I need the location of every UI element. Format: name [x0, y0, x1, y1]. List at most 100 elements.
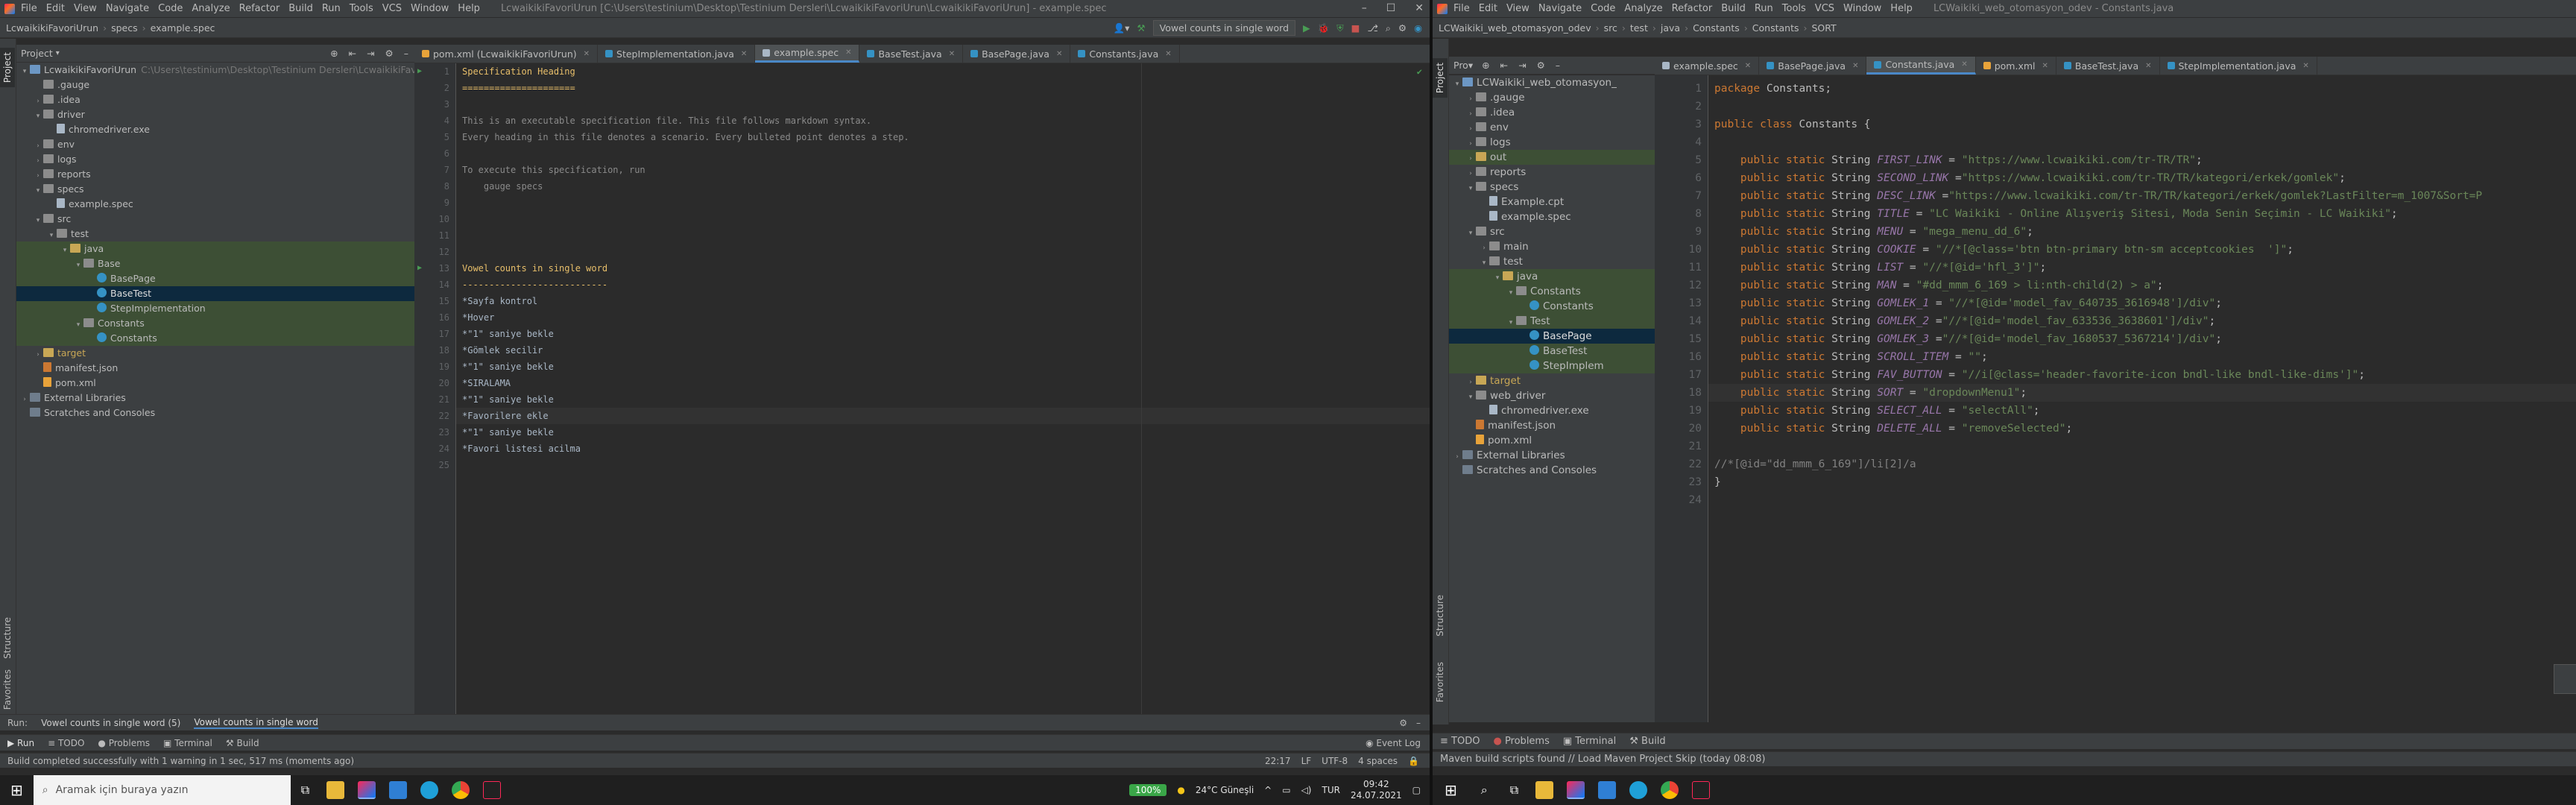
edge-icon[interactable]: [1629, 781, 1648, 799]
tree-expand-icon[interactable]: ▾: [33, 183, 43, 198]
notification-icon[interactable]: ▢: [1412, 785, 1421, 795]
tree-expand-icon[interactable]: ▾: [1465, 181, 1476, 196]
java-editor[interactable]: 1 2 3 4 5 6 7 8 9 10 11 12 13 14 15 16 17 18 19 20 21 22 23 24 …: [1655, 75, 2576, 722]
breadcrumb-item[interactable]: test: [1630, 22, 1648, 34]
tree-item[interactable]: ▾ Constants: [16, 316, 414, 331]
menu-item-edit[interactable]: Edit: [46, 3, 65, 14]
tree-expand-icon[interactable]: ▾: [1492, 271, 1503, 285]
debug-icon[interactable]: 🐞: [1318, 22, 1330, 34]
tree-expand-icon[interactable]: ▾: [73, 318, 83, 332]
menu-item-vcs[interactable]: VCS: [1815, 3, 1834, 14]
close-tab-icon[interactable]: ✕: [2042, 57, 2048, 75]
editor-tab[interactable]: BaseTest.java ✕: [859, 45, 964, 63]
close-tab-icon[interactable]: ✕: [845, 45, 851, 61]
tray-chevron-icon[interactable]: ^: [1264, 785, 1272, 795]
tree-expand-icon[interactable]: ›: [19, 392, 30, 407]
tree-item[interactable]: ▾ web_driver: [1449, 388, 1655, 403]
breadcrumb-item[interactable]: LCWaikiki_web_otomasyon_odev: [1439, 22, 1591, 34]
user-icon[interactable]: 👤▾: [1114, 22, 1130, 34]
tree-item[interactable]: ▾ LCWaikiki_web_otomasyon_: [1449, 75, 1655, 90]
menu-item-edit[interactable]: Edit: [1479, 3, 1497, 14]
tree-item[interactable]: example.spec: [16, 197, 414, 212]
tree-expand-icon[interactable]: ▾: [33, 109, 43, 124]
build-hammer-icon[interactable]: ⚒: [1137, 22, 1145, 34]
problems-tool-button[interactable]: ● Problems: [98, 738, 150, 748]
tree-expand-icon[interactable]: ▾: [1465, 390, 1476, 405]
problems-tool-button[interactable]: ● Problems: [1493, 736, 1549, 747]
tree-item[interactable]: pom.xml: [16, 376, 414, 391]
tree-expand-icon[interactable]: ›: [1465, 92, 1476, 107]
menu-item-file[interactable]: File: [21, 3, 37, 14]
code-line[interactable]: public static String GOMLEK_3 ="//*[@id=…: [1708, 330, 2576, 348]
chevron-down-icon[interactable]: ▾: [56, 49, 60, 57]
code-line[interactable]: public static String FIRST_LINK = "https…: [1708, 151, 2576, 169]
favorites-tool-tab[interactable]: Favorites: [1433, 657, 1448, 707]
structure-tool-tab[interactable]: Structure: [0, 613, 15, 663]
code-line[interactable]: To execute this specification, run: [456, 162, 1430, 178]
tree-item[interactable]: ▾ LcwaikikiFavoriUrun C:\Users\testinium\D…: [16, 63, 414, 78]
tree-expand-icon[interactable]: ›: [33, 168, 43, 183]
close-tab-icon[interactable]: ✕: [2302, 57, 2308, 75]
code-line[interactable]: *Hover: [456, 309, 1430, 326]
todo-tool-button[interactable]: ≡ TODO: [48, 738, 84, 748]
build-tool-button[interactable]: ⚒ Build: [1629, 736, 1665, 747]
tree-item[interactable]: Example.cpt: [1449, 195, 1655, 209]
tree-item[interactable]: › External Libraries: [16, 391, 414, 405]
menu-item-run[interactable]: Run: [1755, 3, 1773, 14]
tree-expand-icon[interactable]: ▾: [19, 64, 30, 79]
build-tool-button[interactable]: ⚒ Build: [226, 738, 259, 748]
tree-item[interactable]: ▾ Base: [16, 256, 414, 271]
tree-item[interactable]: ▾ test: [16, 227, 414, 242]
tree-item[interactable]: › External Libraries: [1449, 448, 1655, 463]
tree-expand-icon[interactable]: ▾: [1506, 285, 1516, 300]
file-explorer-icon[interactable]: [326, 781, 345, 799]
minimize-icon[interactable]: –: [1362, 2, 1367, 14]
tree-item[interactable]: .gauge: [16, 78, 414, 92]
code-line[interactable]: [456, 227, 1430, 244]
code-line[interactable]: public static String SCROLL_ITEM = "";: [1708, 348, 2576, 366]
code-line[interactable]: [456, 211, 1430, 227]
code-line[interactable]: This is an executable specification file…: [456, 113, 1430, 129]
tree-item[interactable]: ▾ driver: [16, 107, 414, 122]
file-explorer-icon[interactable]: [1535, 781, 1554, 799]
tree-item[interactable]: ▾ src: [16, 212, 414, 227]
maximize-icon[interactable]: ☐: [1386, 2, 1396, 14]
tree-expand-icon[interactable]: ›: [1465, 151, 1476, 166]
menu-item-refactor[interactable]: Refactor: [1672, 3, 1713, 14]
code-line[interactable]: [456, 195, 1430, 211]
project-tool-tab[interactable]: Project: [1433, 58, 1448, 98]
tree-item[interactable]: example.spec: [1449, 209, 1655, 224]
tree-item[interactable]: ▾ specs: [1449, 180, 1655, 195]
code-line[interactable]: *Favorilere ekle: [456, 408, 1430, 424]
menu-item-code[interactable]: Code: [158, 3, 183, 14]
menu-item-navigate[interactable]: Navigate: [1538, 3, 1582, 14]
code-line[interactable]: Every heading in this file denotes a sce…: [456, 129, 1430, 145]
menu-item-view[interactable]: View: [1506, 3, 1530, 14]
code-line[interactable]: =====================: [456, 80, 1430, 96]
hide-icon[interactable]: –: [404, 48, 408, 59]
tree-item[interactable]: Scratches and Consoles: [1449, 463, 1655, 478]
tree-expand-icon[interactable]: ›: [1479, 241, 1489, 256]
menu-item-build[interactable]: Build: [1721, 3, 1746, 14]
edge-icon[interactable]: [420, 781, 439, 799]
tree-item[interactable]: chromedriver.exe: [1449, 403, 1655, 418]
tree-item[interactable]: › env: [1449, 120, 1655, 135]
editor-tab[interactable]: Constants.java ✕: [1070, 45, 1180, 63]
coverage-icon[interactable]: ⛨: [1336, 22, 1343, 34]
intellij-taskbar-icon[interactable]: [358, 781, 376, 799]
windows-start-icon[interactable]: ⊞: [10, 781, 23, 799]
tree-item[interactable]: BaseTest: [16, 286, 414, 301]
code-line[interactable]: *SIRALAMA: [456, 375, 1430, 391]
indent-setting[interactable]: 4 spaces: [1358, 756, 1398, 766]
code-line[interactable]: *"1" saniye bekle: [456, 359, 1430, 375]
tree-item[interactable]: ▾ specs: [16, 182, 414, 197]
code-line[interactable]: public static String GOMLEK_2 ="//*[@id=…: [1708, 312, 2576, 330]
tree-item[interactable]: StepImplementation: [16, 301, 414, 316]
tree-item[interactable]: Constants: [1449, 299, 1655, 314]
tree-item[interactable]: manifest.json: [1449, 418, 1655, 433]
code-line[interactable]: [1708, 491, 2576, 509]
battery-indicator[interactable]: 100%: [1129, 784, 1167, 796]
tree-item[interactable]: ▾ test: [1449, 254, 1655, 269]
tree-expand-icon[interactable]: ›: [1465, 107, 1476, 121]
chrome-icon[interactable]: [452, 781, 470, 799]
